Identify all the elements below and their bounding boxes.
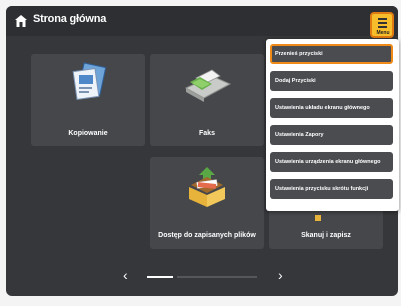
tile-fax[interactable]: Faks	[150, 54, 264, 146]
menu-button[interactable]: Menu	[370, 12, 394, 38]
menu-icon	[378, 18, 387, 30]
fax-icon	[184, 69, 232, 102]
tile-label: Faks	[199, 130, 215, 137]
page-indicator-track	[177, 276, 257, 278]
scan-save-icon	[315, 215, 321, 221]
chevron-left-icon[interactable]: ‹	[123, 267, 128, 283]
tile-label: Dostęp do zapisanych plików	[158, 232, 256, 239]
menu-button-label: Menu	[376, 30, 390, 36]
tile-copy[interactable]: Kopiowanie	[31, 54, 145, 146]
page-title: Strona główna	[33, 13, 107, 25]
tile-label: Kopiowanie	[68, 130, 108, 137]
home-icon	[15, 15, 27, 27]
menu-item-add-buttons[interactable]: Dodaj Przyciski	[270, 71, 393, 91]
page-indicator-current	[147, 276, 173, 278]
page-navigation: ‹ ›	[6, 267, 398, 287]
stored-files-icon	[189, 167, 225, 207]
title-bar: Strona główna Menu	[6, 6, 398, 38]
device-frame: Strona główna Menu Kopiowanie Faks Dostę…	[0, 0, 401, 306]
menu-item-firewall-settings[interactable]: Ustawienia Zapory	[270, 125, 393, 145]
menu-dropdown: Przenieś przyciski Dodaj Przyciski Ustaw…	[266, 39, 399, 211]
tile-label: Skanuj i zapisz	[301, 232, 351, 239]
menu-item-home-device-settings[interactable]: Ustawienia urządzenia ekranu głównego	[270, 152, 393, 172]
menu-item-shortcut-button-settings[interactable]: Ustawienia przycisku skrótu funkcji	[270, 179, 393, 199]
tile-stored-files[interactable]: Dostęp do zapisanych plików	[150, 157, 264, 249]
copy-icon	[72, 62, 107, 100]
menu-item-move-buttons[interactable]: Przenieś przyciski	[270, 44, 393, 64]
chevron-right-icon[interactable]: ›	[278, 267, 283, 283]
menu-item-home-layout-settings[interactable]: Ustawienia układu ekranu głównego	[270, 98, 393, 118]
